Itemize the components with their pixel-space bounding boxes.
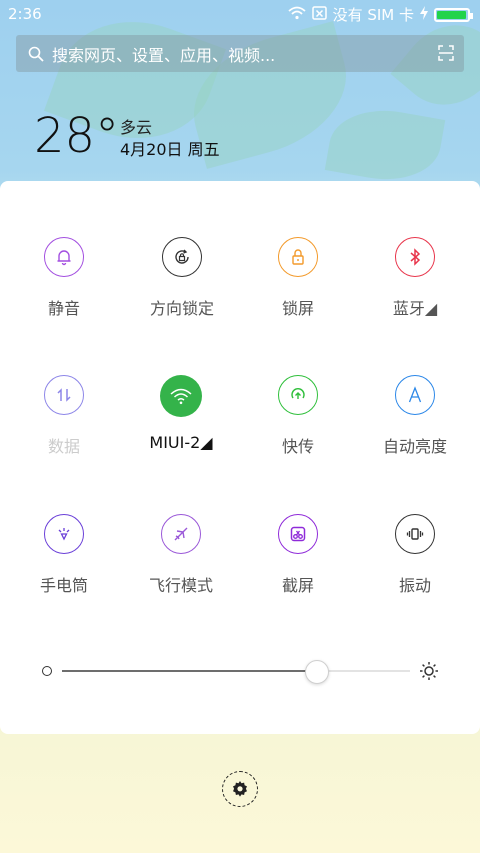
lock-icon[interactable] <box>278 237 318 277</box>
brightness-high-icon <box>419 661 439 685</box>
toggle-label: 快传 <box>281 437 314 456</box>
toggle-label: 自动亮度 <box>382 437 447 456</box>
wifi-icon <box>287 6 306 24</box>
weather-temperature: 28° <box>34 108 120 164</box>
search-icon <box>28 46 44 62</box>
vibrate-icon[interactable] <box>395 514 435 554</box>
flashlight-icon[interactable] <box>44 514 84 554</box>
toggle-label: 蓝牙◢ <box>392 299 438 318</box>
toggle-label: 截屏 <box>281 576 314 595</box>
leaf-decoration <box>324 100 446 190</box>
settings-icon <box>231 780 249 798</box>
charging-icon <box>420 5 428 24</box>
battery-fill <box>437 10 466 19</box>
weather-condition: 多云 <box>120 118 153 137</box>
bluetooth-icon[interactable] <box>395 237 435 277</box>
toggle-label: 振动 <box>398 576 431 595</box>
brightness-low-icon <box>42 666 52 676</box>
toggle-label: 数据 <box>47 437 80 456</box>
scan-icon[interactable] <box>438 45 454 61</box>
toggle-airplane-mode[interactable]: 飞行模式 <box>121 514 241 596</box>
toggle-auto-brightness[interactable]: 自动亮度 <box>355 375 475 457</box>
auto-brightness-icon[interactable] <box>395 375 435 415</box>
toggle-label: 飞行模式 <box>148 576 213 595</box>
bell-icon[interactable] <box>44 237 84 277</box>
toggle-vibrate[interactable]: 振动 <box>355 514 475 596</box>
weather-date: 4月20日 周五 <box>120 140 220 159</box>
carrier-text: 没有 SIM 卡 <box>332 6 414 24</box>
airplane-icon[interactable] <box>161 514 201 554</box>
status-bar: 2:36 没有 SIM 卡 <box>0 0 480 28</box>
wifi-icon[interactable] <box>160 375 202 417</box>
toggle-label: 手电筒 <box>39 576 88 595</box>
toggle-mute[interactable]: 静音 <box>4 237 124 319</box>
screenshot-icon[interactable] <box>278 514 318 554</box>
toggle-label: 方向锁定 <box>149 299 214 318</box>
search-placeholder[interactable]: 搜索网页、设置、应用、视频... <box>52 42 275 66</box>
brightness-slider-thumb[interactable] <box>305 660 330 684</box>
toggle-screenshot[interactable]: 截屏 <box>238 514 358 596</box>
transfer-icon[interactable] <box>278 375 318 415</box>
rotation-lock-icon[interactable] <box>162 237 202 277</box>
data-icon[interactable] <box>44 375 84 415</box>
toggle-rotation-lock[interactable]: 方向锁定 <box>122 237 242 319</box>
settings-button[interactable] <box>222 771 258 807</box>
toggle-bluetooth[interactable]: 蓝牙◢ <box>355 237 475 319</box>
status-icons: 没有 SIM 卡 <box>287 4 473 25</box>
brightness-slider-fill <box>62 670 317 672</box>
toggle-label: 锁屏 <box>281 299 314 318</box>
quick-settings-panel: 静音 方向锁定 锁屏 蓝牙◢ 数据 MIUI-2◢ 快传 自动亮度 手电筒 飞行… <box>0 181 480 734</box>
toggle-label: 静音 <box>47 299 80 318</box>
toggle-quick-transfer[interactable]: 快传 <box>238 375 358 457</box>
status-time: 2:36 <box>8 5 42 23</box>
battery-icon <box>434 7 473 22</box>
no-sim-icon <box>311 5 327 24</box>
brightness-slider[interactable] <box>62 660 410 684</box>
toggle-wifi[interactable]: MIUI-2◢ <box>121 375 241 452</box>
toggle-mobile-data[interactable]: 数据 <box>4 375 124 457</box>
toggle-label: MIUI-2◢ <box>149 433 213 452</box>
search-bar[interactable]: 搜索网页、设置、应用、视频... <box>16 35 464 72</box>
toggle-lock-screen[interactable]: 锁屏 <box>238 237 358 319</box>
toggle-flashlight[interactable]: 手电筒 <box>4 514 124 596</box>
